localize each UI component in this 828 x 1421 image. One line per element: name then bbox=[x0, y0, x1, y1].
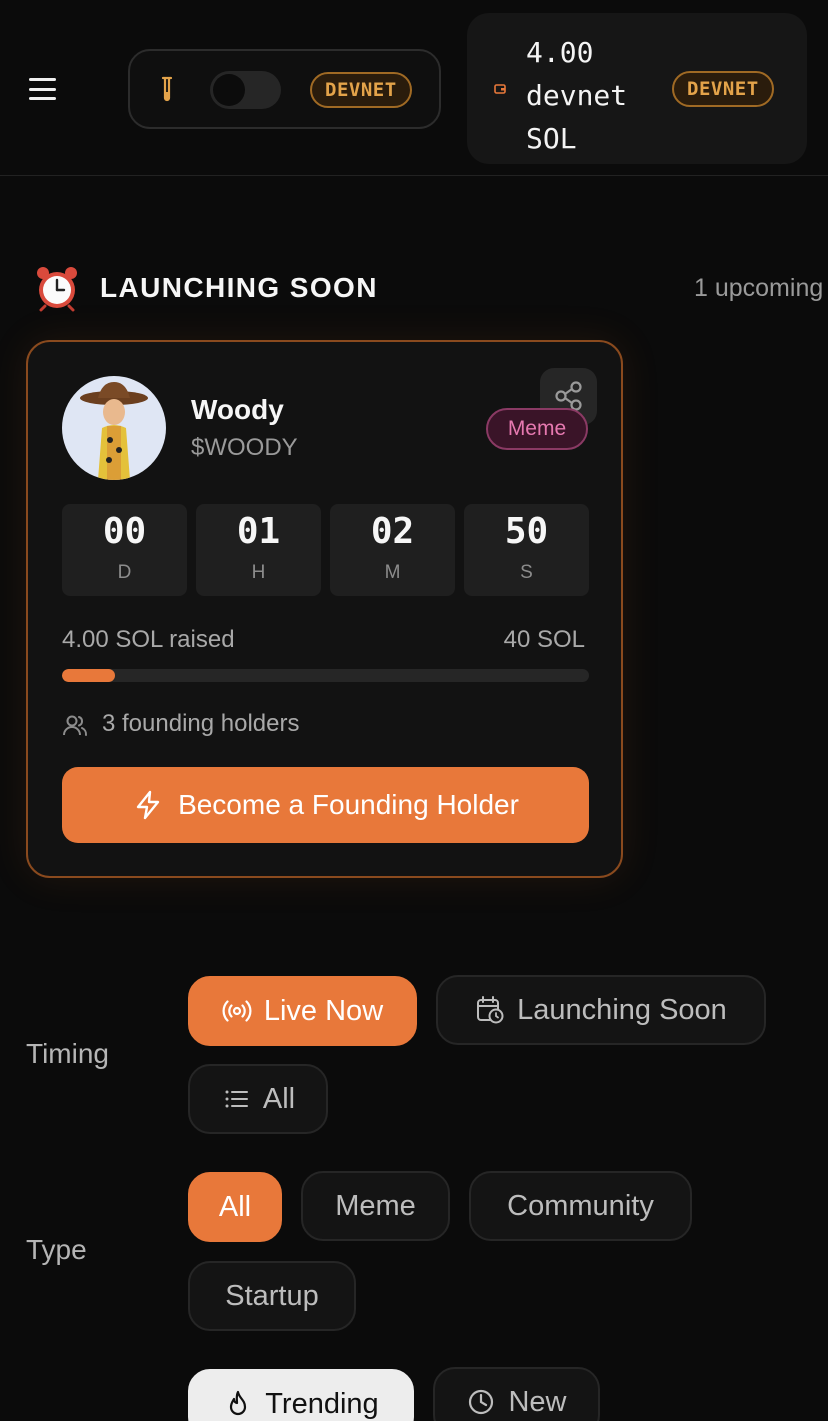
raise-progress-bar bbox=[62, 669, 589, 682]
upcoming-count: 1 upcoming bbox=[694, 274, 824, 302]
sort-trending[interactable]: Trending bbox=[188, 1369, 414, 1421]
countdown-hours: 01 H bbox=[196, 504, 321, 596]
filter-type-all[interactable]: All bbox=[188, 1172, 282, 1242]
filter-type-startup[interactable]: Startup bbox=[188, 1261, 356, 1331]
wallet-button[interactable]: 4.00 devnet SOL DEVNET bbox=[467, 13, 807, 164]
top-bar: DEVNET 4.00 devnet SOL DEVNET bbox=[0, 0, 828, 176]
alarm-clock-icon bbox=[37, 267, 77, 312]
type-filter-label: Type bbox=[26, 1234, 87, 1265]
sort-new[interactable]: New bbox=[433, 1367, 600, 1421]
wallet-balance: 4.00 devnet SOL bbox=[526, 36, 628, 155]
calendar-clock-icon bbox=[477, 996, 504, 1024]
clock-icon bbox=[469, 1389, 494, 1415]
lightning-icon bbox=[136, 790, 160, 820]
filter-launching-soon[interactable]: Launching Soon bbox=[436, 975, 766, 1045]
hamburger-icon[interactable] bbox=[29, 78, 56, 100]
token-name: Woody bbox=[191, 394, 284, 425]
network-toggle[interactable] bbox=[210, 71, 281, 109]
test-tube-icon bbox=[161, 76, 173, 102]
countdown-days: 00 D bbox=[62, 504, 187, 596]
timing-filter-label: Timing bbox=[26, 1038, 109, 1069]
raised-amount: 4.00 SOL raised bbox=[62, 626, 235, 653]
countdown-minutes: 02 M bbox=[330, 504, 455, 596]
countdown-seconds: 50 S bbox=[464, 504, 589, 596]
filter-type-meme[interactable]: Meme bbox=[301, 1171, 450, 1241]
users-icon bbox=[63, 715, 87, 736]
flame-icon bbox=[230, 1390, 247, 1416]
token-avatar bbox=[62, 376, 166, 480]
holders-count: 3 founding holders bbox=[102, 710, 300, 737]
goal-amount: 40 SOL bbox=[503, 626, 585, 653]
raise-progress-fill bbox=[62, 669, 115, 682]
wallet-network-badge: DEVNET bbox=[672, 71, 774, 107]
filter-timing-all[interactable]: All bbox=[188, 1064, 328, 1134]
network-badge: DEVNET bbox=[310, 72, 412, 108]
filter-live-now[interactable]: Live Now bbox=[188, 976, 417, 1046]
countdown-timer: 00 D 01 H 02 M 50 S bbox=[62, 504, 589, 596]
section-title: LAUNCHING SOON bbox=[100, 272, 378, 303]
section-header: LAUNCHING SOON 1 upcoming bbox=[33, 264, 828, 314]
wallet-icon bbox=[494, 84, 506, 94]
filter-type-community[interactable]: Community bbox=[469, 1171, 692, 1241]
network-switcher: DEVNET bbox=[128, 49, 441, 129]
cta-label: Become a Founding Holder bbox=[178, 789, 519, 820]
become-founding-holder-button[interactable]: Become a Founding Holder bbox=[62, 767, 589, 843]
list-icon bbox=[225, 1090, 248, 1108]
token-card[interactable]: Woody $WOODY Meme 00 D 01 H 02 M 50 S 4.… bbox=[26, 340, 623, 878]
broadcast-icon bbox=[222, 1000, 252, 1022]
category-tag: Meme bbox=[486, 408, 588, 450]
token-ticker: $WOODY bbox=[191, 434, 298, 461]
